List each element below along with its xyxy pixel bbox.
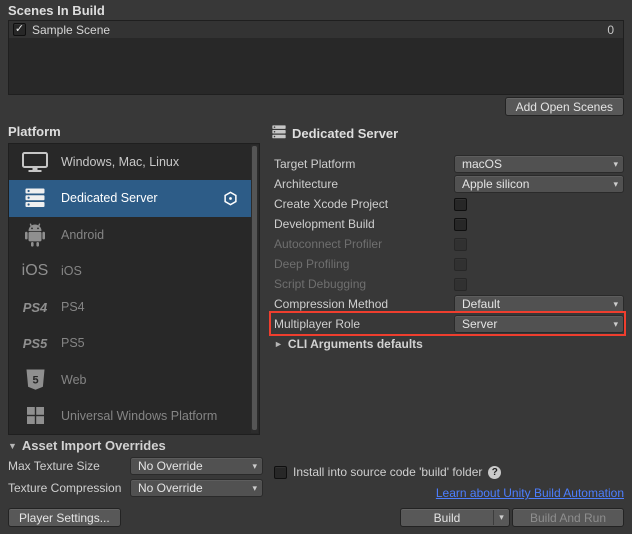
- check-icon: ✓: [15, 24, 24, 35]
- setting-row-autoconnect-profiler: Autoconnect Profiler: [274, 235, 624, 253]
- scene-build-index: 0: [607, 23, 614, 37]
- asset-import-overrides-foldout[interactable]: ▼ Asset Import Overrides: [8, 438, 166, 453]
- platform-item-ps5[interactable]: PS5 PS5: [9, 325, 251, 361]
- max-texture-size-dropdown[interactable]: No Override ▾: [130, 457, 263, 475]
- platform-list: Windows, Mac, Linux: [8, 143, 260, 435]
- platform-item-label: iOS: [61, 264, 82, 278]
- development-build-checkbox[interactable]: [454, 218, 467, 231]
- platform-item-label: PS4: [61, 300, 85, 314]
- settings-panel-title: Dedicated Server: [292, 126, 398, 141]
- build-and-run-button[interactable]: Build And Run: [512, 508, 624, 527]
- setting-row-script-debugging: Script Debugging: [274, 275, 624, 293]
- platform-item-ps4[interactable]: PS4 PS4: [9, 289, 251, 325]
- platform-item-label: Android: [61, 228, 104, 242]
- multiplayer-role-dropdown[interactable]: Server ▾: [454, 315, 624, 333]
- scene-name: Sample Scene: [32, 23, 110, 37]
- setting-label: Development Build: [274, 217, 454, 231]
- platform-item-label: Universal Windows Platform: [61, 409, 217, 423]
- platform-item-windows-mac-linux[interactable]: Windows, Mac, Linux: [9, 144, 251, 180]
- platform-item-android[interactable]: Android: [9, 217, 251, 253]
- platform-item-label: Web: [61, 373, 86, 387]
- compression-method-dropdown[interactable]: Default ▾: [454, 295, 624, 313]
- setting-row-architecture: Architecture Apple silicon ▾: [274, 175, 624, 193]
- setting-row-create-xcode-project: Create Xcode Project: [274, 195, 624, 213]
- ios-logo: iOS: [9, 262, 61, 280]
- chevron-down-icon: ▾: [252, 483, 257, 494]
- help-icon[interactable]: ?: [488, 466, 501, 479]
- install-source-label: Install into source code 'build' folder: [293, 465, 482, 479]
- svg-text:5: 5: [32, 374, 38, 386]
- setting-label: Architecture: [274, 177, 454, 191]
- platform-item-dedicated-server[interactable]: Dedicated Server: [9, 180, 251, 216]
- scenes-in-build-title: Scenes In Build: [8, 3, 105, 18]
- server-icon: [9, 188, 61, 208]
- setting-label: Compression Method: [274, 297, 454, 311]
- platform-item-uwp[interactable]: Universal Windows Platform: [9, 398, 251, 434]
- max-texture-size-label: Max Texture Size: [8, 459, 100, 473]
- build-settings-window: Scenes In Build ✓ Sample Scene 0 Add Ope…: [0, 0, 632, 534]
- scenes-list[interactable]: ✓ Sample Scene 0: [8, 20, 624, 95]
- platform-title: Platform: [8, 124, 61, 139]
- ps5-logo: PS5: [9, 336, 61, 351]
- setting-row-deep-profiling: Deep Profiling: [274, 255, 624, 273]
- html5-icon: 5: [9, 369, 61, 391]
- build-button[interactable]: Build ▾: [400, 508, 510, 527]
- platform-item-ios[interactable]: iOS iOS: [9, 253, 251, 289]
- setting-row-target-platform: Target Platform macOS ▾: [274, 155, 624, 173]
- architecture-dropdown[interactable]: Apple silicon ▾: [454, 175, 624, 193]
- chevron-down-icon: ▾: [613, 299, 618, 310]
- install-source-checkbox[interactable]: [274, 466, 287, 479]
- cli-arguments-foldout[interactable]: ► CLI Arguments defaults: [274, 337, 423, 351]
- setting-label: Target Platform: [274, 157, 454, 171]
- platform-scrollbar-thumb[interactable]: [252, 146, 257, 430]
- autoconnect-profiler-checkbox: [454, 238, 467, 251]
- texture-compression-dropdown[interactable]: No Override ▾: [130, 479, 263, 497]
- unity-active-target-icon: [223, 191, 238, 206]
- foldout-open-icon: ▼: [8, 441, 17, 451]
- chevron-down-icon: ▾: [613, 179, 618, 190]
- setting-row-development-build: Development Build: [274, 215, 624, 233]
- setting-row-compression-method: Compression Method Default ▾: [274, 295, 624, 313]
- chevron-down-icon: ▾: [252, 461, 257, 472]
- platform-item-label: Windows, Mac, Linux: [61, 155, 179, 169]
- chevron-down-icon: ▾: [613, 319, 618, 330]
- target-platform-dropdown[interactable]: macOS ▾: [454, 155, 624, 173]
- platform-scrollbar: [251, 145, 258, 433]
- desktop-icon: [9, 152, 61, 173]
- texture-compression-label: Texture Compression: [8, 481, 121, 495]
- platform-item-label: PS5: [61, 336, 85, 350]
- platform-item-label: Dedicated Server: [61, 191, 158, 205]
- create-xcode-project-checkbox[interactable]: [454, 198, 467, 211]
- build-dropdown-arrow-icon[interactable]: ▾: [494, 512, 509, 523]
- chevron-down-icon: ▾: [613, 159, 618, 170]
- scene-row[interactable]: ✓ Sample Scene 0: [9, 21, 623, 38]
- script-debugging-checkbox: [454, 278, 467, 291]
- add-open-scenes-button[interactable]: Add Open Scenes: [505, 97, 624, 116]
- scene-enabled-checkbox[interactable]: ✓: [13, 23, 26, 36]
- windows-icon: [9, 407, 61, 424]
- install-source-row: Install into source code 'build' folder …: [274, 465, 501, 479]
- player-settings-button[interactable]: Player Settings...: [8, 508, 121, 527]
- android-icon: [9, 223, 61, 247]
- setting-label: Autoconnect Profiler: [274, 237, 454, 251]
- ps4-logo: PS4: [9, 300, 61, 315]
- foldout-closed-icon: ►: [274, 339, 283, 349]
- learn-build-automation-link[interactable]: Learn about Unity Build Automation: [436, 486, 624, 500]
- setting-label: Script Debugging: [274, 277, 454, 291]
- server-icon: [272, 125, 286, 142]
- setting-label: Deep Profiling: [274, 257, 454, 271]
- setting-label: Multiplayer Role: [274, 317, 454, 331]
- deep-profiling-checkbox: [454, 258, 467, 271]
- platform-item-web[interactable]: 5 Web: [9, 362, 251, 398]
- setting-label: Create Xcode Project: [274, 197, 454, 211]
- setting-row-multiplayer-role: Multiplayer Role Server ▾: [274, 315, 624, 333]
